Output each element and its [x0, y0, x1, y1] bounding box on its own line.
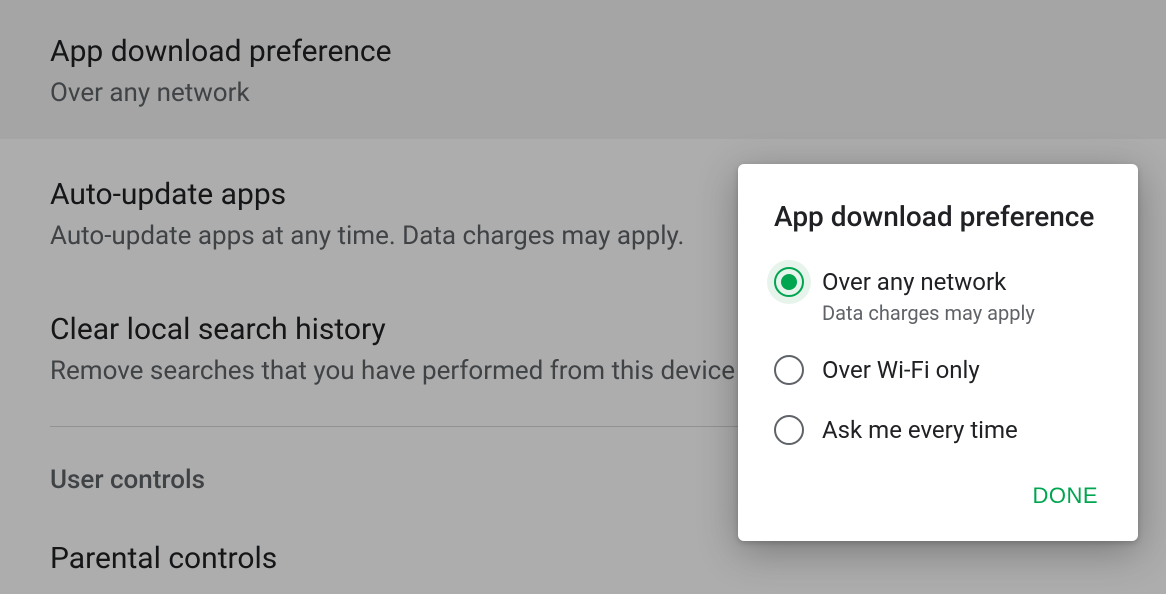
dialog-title: App download preference — [774, 200, 1102, 233]
settings-page: App download preference Over any network… — [0, 0, 1166, 594]
radio-unselected-icon — [774, 355, 804, 385]
radio-unselected-icon — [774, 415, 804, 445]
option-sublabel: Data charges may apply — [822, 301, 1035, 325]
radio-option-over-any-network[interactable]: Over any network Data charges may apply — [774, 267, 1102, 325]
option-label: Ask me every time — [822, 415, 1018, 445]
dialog-actions: DONE — [774, 475, 1102, 517]
download-preference-dialog: App download preference Over any network… — [738, 164, 1138, 541]
option-text: Over Wi-Fi only — [822, 355, 980, 385]
option-label: Over any network — [822, 267, 1035, 297]
option-label: Over Wi-Fi only — [822, 355, 980, 385]
option-text: Ask me every time — [822, 415, 1018, 445]
radio-option-over-wifi-only[interactable]: Over Wi-Fi only — [774, 355, 1102, 385]
radio-selected-icon — [767, 260, 811, 304]
radio-option-ask-every-time[interactable]: Ask me every time — [774, 415, 1102, 445]
option-text: Over any network Data charges may apply — [822, 267, 1035, 325]
done-button[interactable]: DONE — [1028, 475, 1102, 517]
